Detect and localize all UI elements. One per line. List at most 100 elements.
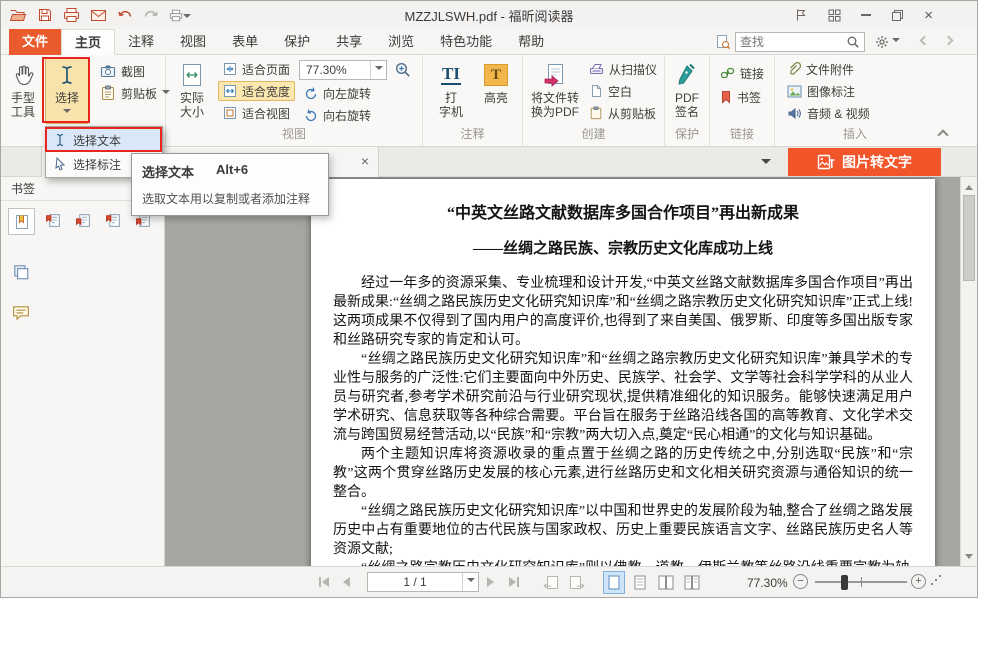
fit-visible-button[interactable]: 适合视图 <box>218 103 295 123</box>
link-icon <box>720 66 735 80</box>
rotate-left-button[interactable]: 向左旋转 <box>299 83 376 103</box>
convert-to-pdf-button[interactable]: 将文件转 换为PDF <box>528 58 582 124</box>
caret-down-icon <box>467 578 475 586</box>
bookmark-panel-icon <box>14 214 30 230</box>
pdf-sign-button[interactable]: PDF 签名 <box>668 58 706 124</box>
pen-nib-icon <box>674 61 700 89</box>
rotate-right-button[interactable]: 向右旋转 <box>299 105 376 125</box>
email-icon[interactable] <box>90 9 107 22</box>
previous-view-icon[interactable] <box>543 575 559 590</box>
pin-icon[interactable] <box>794 8 808 22</box>
zoom-combobox[interactable]: 77.30% <box>299 60 387 80</box>
document-paragraph: “丝绸之路宗教历史文化研究知识库”则以佛教、道教、伊斯兰教等丝路沿线重要宗教为轴… <box>333 559 913 566</box>
tab-list-caret-icon[interactable] <box>761 159 771 169</box>
link-button[interactable]: 链接 <box>715 63 769 83</box>
print-settings-icon[interactable] <box>169 8 191 22</box>
caret-down-icon <box>375 66 383 74</box>
snapshot-button[interactable]: 截图 <box>95 61 150 81</box>
rail-bookmarks-panel-button[interactable] <box>8 208 35 235</box>
single-page-view-button[interactable] <box>603 571 625 594</box>
bookmark-button[interactable]: 书签 <box>715 87 766 107</box>
tab-view[interactable]: 视图 <box>167 29 219 55</box>
zoom-in-button[interactable]: + <box>911 574 926 589</box>
from-scanner-button[interactable]: 从扫描仪 <box>584 59 662 79</box>
document-view[interactable]: “中英文丝路文献数据库多国合作项目”再出新成果 ——丝绸之路民族、宗教历史文化库… <box>165 177 960 566</box>
image-to-text-button[interactable]: 图片转文字 <box>788 148 941 176</box>
caret-down-icon <box>183 14 191 22</box>
next-view-icon[interactable] <box>569 575 585 590</box>
bookmark-tool-icon-2[interactable] <box>75 212 92 229</box>
tab-help[interactable]: 帮助 <box>505 29 557 55</box>
zoom-slider-handle[interactable] <box>841 575 848 590</box>
find-input[interactable] <box>740 35 842 49</box>
hand-icon <box>11 61 35 89</box>
bookmark-tool-icon-1[interactable] <box>45 212 62 229</box>
close-tab-icon[interactable]: × <box>361 154 369 168</box>
gear-icon <box>875 35 889 49</box>
actual-size-button[interactable]: 实际 大小 <box>171 58 213 124</box>
app-window: MZZJLSWH.pdf - 福昕阅读器 × 文件 主页 注释 视图 表单 保护… <box>0 0 978 598</box>
zoom-out-button[interactable]: − <box>793 574 808 589</box>
bookmark-tool-icon-3[interactable] <box>105 212 122 229</box>
tab-share[interactable]: 共享 <box>323 29 375 55</box>
tab-home[interactable]: 主页 <box>61 29 115 55</box>
restore-icon[interactable] <box>891 9 904 22</box>
facing-view-button[interactable] <box>655 571 677 594</box>
tab-form[interactable]: 表单 <box>219 29 271 55</box>
tab-file[interactable]: 文件 <box>9 29 61 55</box>
from-clipboard-button[interactable]: 从剪贴板 <box>584 103 661 123</box>
fit-width-button[interactable]: 适合宽度 <box>218 81 295 101</box>
rail-layers-panel-button[interactable] <box>12 263 30 281</box>
close-icon[interactable]: × <box>924 8 933 23</box>
clipboard-icon <box>100 85 116 101</box>
pdf-page[interactable]: “中英文丝路文献数据库多国合作项目”再出新成果 ——丝绸之路民族、宗教历史文化库… <box>311 179 935 566</box>
tab-comment[interactable]: 注释 <box>115 29 167 55</box>
image-annotation-button[interactable]: 图像标注 <box>782 81 860 101</box>
image-icon <box>787 85 802 98</box>
scrollbar-thumb[interactable] <box>963 195 975 281</box>
document-paragraph: “丝绸之路民族历史文化研究知识库”以中国和世界史的发展阶段为轴,整合了丝绸之路发… <box>333 502 913 559</box>
scroll-down-icon[interactable] <box>961 550 977 566</box>
resize-grip[interactable] <box>931 575 943 587</box>
first-page-button[interactable] <box>319 577 329 587</box>
scroll-up-icon[interactable] <box>961 177 977 193</box>
clipboard-button[interactable]: 剪贴板 <box>95 83 175 103</box>
rail-comments-panel-button[interactable] <box>12 305 30 322</box>
search-icon[interactable] <box>846 35 860 49</box>
continuous-view-button[interactable] <box>629 571 651 594</box>
zoom-percentage: 77.30% <box>747 576 788 590</box>
save-icon[interactable] <box>37 7 53 23</box>
content-area: 书签 “中英文丝路文献数据库多国合作项目”再出新成果 ——丝绸之路民族、宗教历史… <box>1 177 977 566</box>
blank-page-button[interactable]: 空白 <box>584 81 637 101</box>
collapse-ribbon-icon[interactable] <box>937 129 948 140</box>
minimize-icon[interactable] <box>861 14 871 16</box>
continuous-facing-view-button[interactable] <box>681 571 703 594</box>
select-button[interactable]: 选择 <box>45 58 89 124</box>
page-number-box[interactable]: 1 / 1 <box>367 572 479 592</box>
tab-protect[interactable]: 保护 <box>271 29 323 55</box>
hand-tool-button[interactable]: 手型 工具 <box>3 58 43 124</box>
typewriter-button[interactable]: TI 打 字机 <box>431 58 471 124</box>
group-label-view: 视图 <box>166 125 422 142</box>
fit-page-button[interactable]: 适合页面 <box>218 59 295 79</box>
previous-page-button[interactable] <box>343 577 350 587</box>
group-links: 链接 书签 链接 <box>710 55 775 146</box>
highlight-button[interactable]: T 高亮 <box>475 58 517 124</box>
tab-features[interactable]: 特色功能 <box>427 29 505 55</box>
menu-item-select-text[interactable]: 选择文本 <box>47 128 161 152</box>
zoom-in-tool-icon[interactable] <box>394 61 412 79</box>
tab-browse[interactable]: 浏览 <box>375 29 427 55</box>
layout-grid-icon[interactable] <box>828 9 841 22</box>
zoom-slider-tick <box>861 577 862 587</box>
vertical-scrollbar[interactable] <box>960 177 977 566</box>
undo-icon[interactable] <box>117 8 133 22</box>
redo-icon[interactable] <box>143 8 159 22</box>
audio-video-button[interactable]: 音频 & 视频 <box>782 103 875 123</box>
open-file-icon[interactable] <box>9 7 27 23</box>
print-icon[interactable] <box>63 7 80 23</box>
file-attachment-button[interactable]: 文件附件 <box>782 59 859 79</box>
find-document-icon[interactable] <box>715 34 731 50</box>
last-page-button[interactable] <box>509 577 519 587</box>
find-settings-button[interactable] <box>875 35 900 49</box>
next-page-button[interactable] <box>487 577 494 587</box>
